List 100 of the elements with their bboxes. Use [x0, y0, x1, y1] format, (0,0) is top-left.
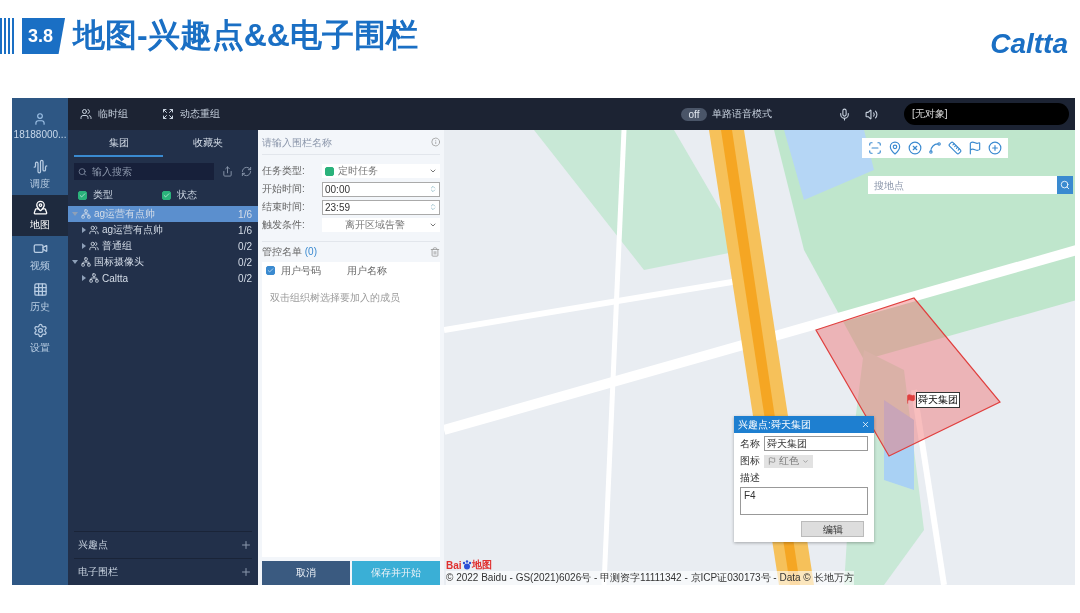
user-number: 18188000...	[13, 129, 67, 140]
tree-item[interactable]: ag运营有点帅 1/6	[68, 222, 258, 238]
tree-item-name: ag运营有点帅	[94, 207, 156, 221]
people-icon	[89, 225, 99, 235]
checkbox[interactable]	[266, 266, 275, 275]
time-field[interactable]: 23:59	[322, 199, 440, 215]
checkbox[interactable]	[162, 190, 171, 200]
people-icon	[80, 108, 92, 120]
settings-icon	[32, 322, 48, 338]
toolbar-button[interactable]: 动态重组	[158, 107, 224, 121]
circle-x-icon[interactable]	[908, 141, 922, 155]
edit-button[interactable]: 编辑	[801, 521, 864, 537]
info-icon[interactable]	[430, 137, 440, 147]
add-icon[interactable]	[240, 539, 252, 551]
map-copyright: © 2022 Baidu - GS(2021)6026号 - 甲测资字11111342 - 京ICP证030173号 - Data © 长地万方	[446, 571, 854, 585]
field-label: 触发条件:	[262, 218, 306, 232]
voice-mode-toggle[interactable]: off	[681, 107, 707, 121]
check-icon	[79, 191, 86, 199]
panel-tab[interactable]: 收藏夹	[163, 130, 252, 157]
flag-marker-icon[interactable]	[906, 394, 916, 404]
tree-item-count: 1/6	[238, 224, 252, 236]
nav-item[interactable]: 设置	[12, 318, 68, 359]
dropdown-caret-icon[interactable]	[429, 221, 437, 229]
delete-icon[interactable]	[430, 247, 440, 257]
network-icon	[89, 273, 99, 283]
tree-item[interactable]: Caltta 0/2	[68, 270, 258, 286]
tree-item-count: 1/6	[238, 208, 252, 220]
target-field[interactable]: [无对象]	[904, 103, 1069, 125]
field-label: 图标	[740, 454, 760, 468]
microphone-icon[interactable]	[838, 107, 851, 121]
nav-item[interactable]: 地图	[12, 195, 68, 236]
select-field[interactable]: 离开区域告警	[322, 218, 440, 232]
description-field[interactable]: F4	[740, 487, 868, 515]
tree-item-count: 0/2	[238, 240, 252, 252]
path-icon[interactable]	[928, 141, 942, 155]
circle-plus-icon[interactable]	[988, 141, 1002, 155]
voice-mode-label: 单路语音模式	[712, 107, 772, 121]
panel-tab[interactable]: 集团	[74, 130, 163, 157]
ruler-icon[interactable]	[948, 141, 962, 155]
company-logo: Caltta	[990, 28, 1068, 60]
nav-item[interactable]: 视频	[12, 236, 68, 277]
column-header: 用户号码	[281, 263, 322, 278]
checkbox[interactable]	[78, 190, 87, 200]
tree-item-name: ag运营有点帅	[102, 223, 164, 237]
tree-item-count: 0/2	[238, 256, 252, 268]
search-box[interactable]: 输入搜索	[74, 163, 214, 180]
section-label: 兴趣点	[78, 538, 108, 552]
add-icon[interactable]	[240, 566, 252, 578]
tree-item-name: 普通组	[102, 239, 132, 253]
export-icon[interactable]	[222, 166, 233, 177]
select-field[interactable]: 定时任务	[322, 164, 440, 178]
dropdown-caret-icon[interactable]	[429, 167, 437, 175]
nav-label: 历史	[30, 299, 50, 314]
time-field[interactable]: 00:00	[322, 181, 440, 197]
filter-label: 类型	[93, 188, 113, 202]
map-logo: Bai 地图	[446, 558, 492, 572]
network-icon	[81, 209, 91, 219]
dropdown-caret-icon	[802, 457, 809, 465]
fence-name-field[interactable]: 请输入围栏名称	[262, 136, 431, 148]
section-number: 3.8	[22, 18, 66, 54]
popup-title: 兴趣点:舜天集团	[738, 417, 811, 432]
close-icon[interactable]	[861, 420, 870, 429]
expand-caret-icon[interactable]	[82, 227, 86, 233]
flag-icon[interactable]	[968, 141, 982, 155]
tree-item[interactable]: 国标摄像头 0/2	[68, 254, 258, 270]
grid-icon	[32, 281, 48, 297]
expand-caret-icon[interactable]	[82, 243, 86, 249]
tree-item-count: 0/2	[238, 272, 252, 284]
field-label: 开始时间:	[262, 182, 306, 196]
expand-caret-icon[interactable]	[82, 275, 86, 281]
stripes-decoration	[0, 18, 14, 54]
expand-icon	[162, 108, 174, 120]
empty-hint: 双击组织树选择要加入的成员	[270, 292, 400, 303]
nav-item[interactable]: 调度	[12, 154, 68, 195]
search-icon	[1059, 180, 1070, 190]
user-icon	[33, 112, 47, 126]
flag-icon	[768, 457, 776, 465]
network-icon	[81, 257, 91, 267]
nav-label: 视频	[30, 258, 50, 273]
map-pin-icon[interactable]	[888, 141, 902, 155]
search-button[interactable]	[1056, 176, 1073, 194]
checkbox[interactable]	[325, 166, 334, 176]
nav-label: 地图	[30, 217, 50, 232]
filter-label: 状态	[177, 188, 197, 202]
expand-caret-icon[interactable]	[72, 260, 78, 264]
slide-title: 地图-兴趣点&&电子围栏	[73, 16, 418, 55]
search-icon	[78, 166, 87, 177]
toolbar-button[interactable]: 临时组	[76, 107, 132, 121]
search-field[interactable]: 输入搜索	[91, 166, 214, 177]
tree-item[interactable]: 普通组 0/2	[68, 238, 258, 254]
fence-polygon[interactable]	[815, 297, 1001, 457]
people-icon	[89, 241, 99, 251]
speaker-icon[interactable]	[865, 107, 878, 121]
name-field[interactable]: 舜天集团	[764, 436, 868, 451]
cancel-button[interactable]: 取消	[262, 561, 350, 585]
scan-icon[interactable]	[868, 141, 882, 155]
map-pin-icon	[32, 199, 48, 215]
refresh-icon[interactable]	[241, 166, 252, 177]
field-label: 描述	[740, 471, 760, 485]
nav-item[interactable]: 历史	[12, 277, 68, 318]
